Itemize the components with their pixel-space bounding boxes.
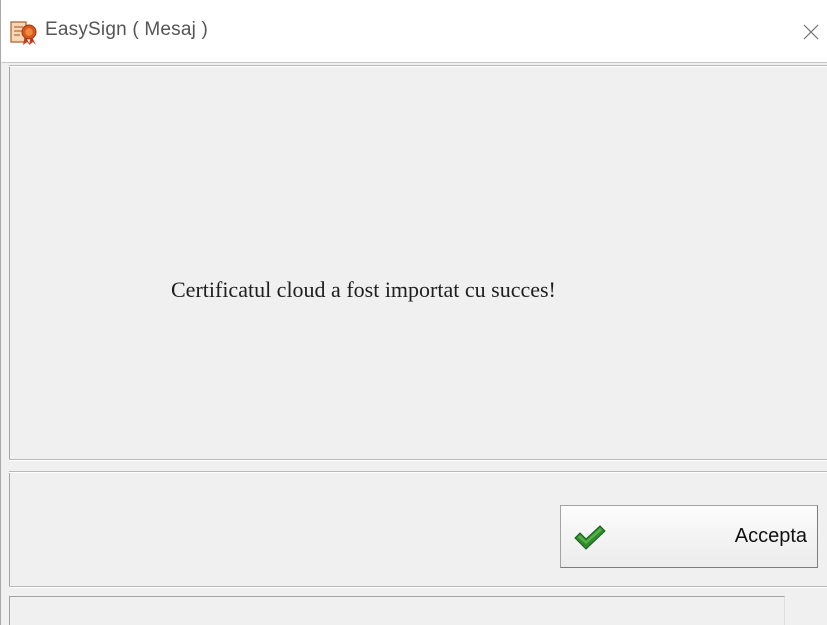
checkmark-icon (573, 525, 607, 551)
close-button[interactable] (794, 14, 827, 50)
dialog-window: EasySign ( Mesaj ) Certificatul cloud a … (0, 0, 827, 625)
content-divider-top (9, 459, 827, 461)
status-bar (9, 596, 785, 625)
accept-button[interactable]: Accepta (560, 505, 818, 568)
certificate-icon (10, 20, 38, 46)
message-panel: Certificatul cloud a fost importat cu su… (9, 67, 827, 459)
message-text: Certificatul cloud a fost importat cu su… (171, 277, 556, 302)
accept-button-label: Accepta (734, 525, 807, 547)
window-title: EasySign ( Mesaj ) (45, 19, 209, 40)
footer-divider (9, 586, 827, 588)
close-icon (803, 24, 819, 40)
title-bar[interactable]: EasySign ( Mesaj ) (1, 0, 827, 63)
